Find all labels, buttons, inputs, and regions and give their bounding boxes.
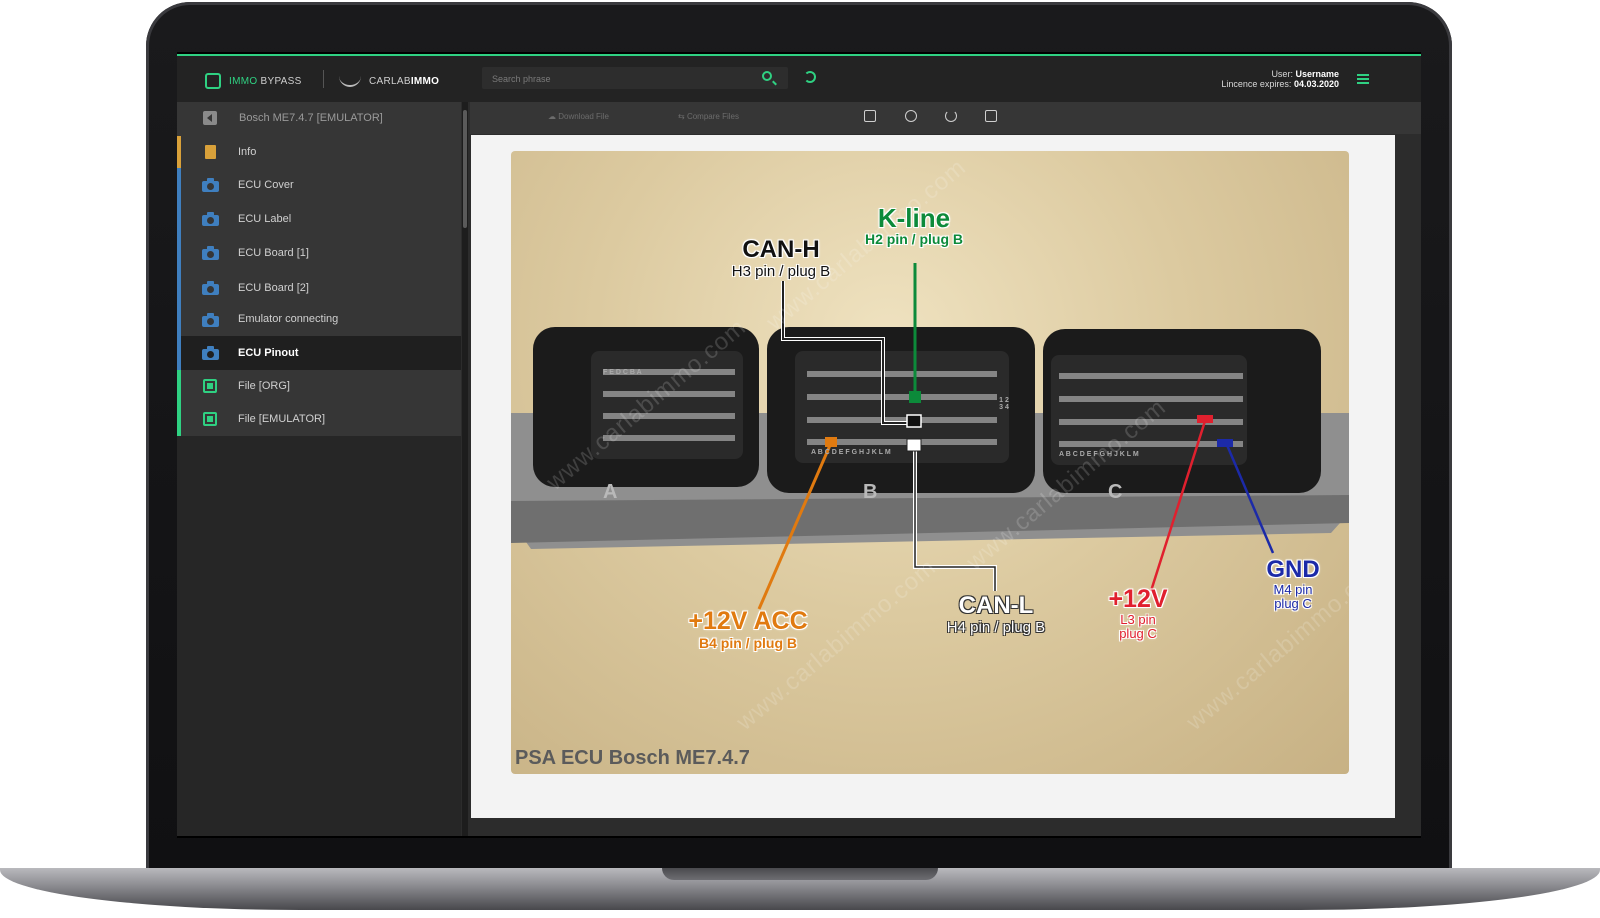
- compare-files-button[interactable]: ⇆ Compare Files: [678, 112, 739, 121]
- logo-separator: [323, 70, 324, 88]
- licence-label: Lincence expires:: [1221, 79, 1292, 89]
- image-caption: PSA ECU Bosch ME7.4.7: [515, 747, 750, 769]
- username: Username: [1295, 69, 1339, 79]
- brand-primary: IMMO: [229, 75, 258, 87]
- sidebar-item-label: ECU Cover: [238, 179, 294, 191]
- sidebar-item-label: ECU Board [1]: [238, 247, 309, 259]
- partner-prefix: CARLAB: [369, 75, 411, 87]
- sidebar-item-ecu-pinout[interactable]: ECU Pinout: [177, 336, 461, 370]
- acc-callout: +12V ACC B4 pin / plug B: [688, 607, 808, 651]
- sidebar-scrollbar[interactable]: [462, 102, 468, 836]
- back-arrow-icon[interactable]: [203, 111, 217, 125]
- plug-b-pin-letters: A B C D E F G H J K L M: [811, 449, 891, 456]
- partner-suffix: IMMO: [410, 75, 440, 87]
- camera-icon: [202, 281, 219, 295]
- download-file-button[interactable]: ☁ Download File: [548, 112, 609, 121]
- sidebar-header: Bosch ME7.4.7 [EMULATOR]: [177, 102, 461, 136]
- sidebar-item-label: ECU Label: [238, 213, 292, 225]
- sidebar-item-file-org[interactable]: File [ORG]: [177, 370, 461, 402]
- sidebar-item-label: Info: [238, 146, 257, 158]
- immo-bypass-logo[interactable]: IMMO BYPASS: [205, 72, 302, 90]
- camera-icon: [202, 313, 219, 327]
- sidebar-item-ecu-cover[interactable]: ECU Cover: [177, 168, 461, 202]
- rotate-icon[interactable]: [945, 110, 957, 122]
- user-info: User: Username Lincence expires: 04.03.2…: [1221, 69, 1339, 89]
- camera-icon: [202, 178, 219, 192]
- laptop-notch: [662, 868, 938, 880]
- viewer-toolbar: ☁ Download File ⇆ Compare Files: [470, 102, 1421, 134]
- plug-b-pin-numbers: 1 2 3 4: [999, 397, 1009, 411]
- carlab-wing-icon: [339, 75, 361, 87]
- gnd-callout: GND M4 pin plug C: [1266, 556, 1320, 611]
- scrollbar-thumb[interactable]: [463, 110, 467, 228]
- plug-a-pin-letters: F E D C B A: [603, 369, 642, 376]
- sidebar-item-emulator-connecting[interactable]: Emulator connecting: [177, 304, 461, 336]
- v12-callout: +12V L3 pin plug C: [1108, 585, 1168, 641]
- sidebar-item-label: File [EMULATOR]: [238, 413, 325, 425]
- sidebar-item-info[interactable]: Info: [177, 136, 461, 168]
- sidebar: Bosch ME7.4.7 [EMULATOR] Info ECU Cover …: [177, 102, 461, 836]
- search-icon[interactable]: [762, 71, 772, 81]
- next-image-icon[interactable]: [985, 110, 997, 122]
- image-viewer: www.carlabimmo.com www.carlabimmo.com ww…: [471, 135, 1395, 818]
- zoom-in-icon[interactable]: [905, 110, 917, 122]
- kline-callout: K-line H2 pin / plug B: [865, 203, 963, 247]
- chip-icon: [203, 379, 217, 393]
- sidebar-item-label: ECU Pinout: [238, 347, 299, 359]
- hamburger-menu-icon[interactable]: [1357, 74, 1369, 84]
- sidebar-item-label: ECU Board [2]: [238, 282, 309, 294]
- user-label: User:: [1271, 69, 1293, 79]
- camera-icon: [202, 246, 219, 260]
- immo-logo-icon: [205, 73, 221, 89]
- app-screen: IMMO BYPASS CARLABIMMO User: Username Li…: [177, 54, 1421, 836]
- chip-icon: [203, 412, 217, 426]
- sidebar-item-ecu-label[interactable]: ECU Label: [177, 202, 461, 236]
- plug-c-pin-letters: A B C D E F G H J K L M: [1059, 451, 1139, 458]
- search-input[interactable]: [490, 70, 744, 88]
- carlabimmo-logo[interactable]: CARLABIMMO: [339, 72, 439, 90]
- plug-b-label: B: [863, 481, 878, 503]
- plug-c-label: C: [1108, 481, 1123, 503]
- app-header: IMMO BYPASS CARLABIMMO User: Username Li…: [177, 56, 1421, 102]
- sidebar-title: Bosch ME7.4.7 [EMULATOR]: [239, 112, 383, 124]
- previous-image-icon[interactable]: [864, 110, 876, 122]
- search-box: [482, 67, 788, 89]
- sidebar-item-ecu-board-1[interactable]: ECU Board [1]: [177, 236, 461, 270]
- plug-a-label: A: [603, 481, 618, 503]
- camera-icon: [202, 346, 219, 360]
- history-icon[interactable]: [804, 71, 816, 83]
- canl-callout: CAN-L H4 pin / plug B: [946, 592, 1046, 637]
- sidebar-item-file-emulator[interactable]: File [EMULATOR]: [177, 402, 461, 436]
- canh-callout: CAN-H H3 pin / plug B: [731, 236, 831, 281]
- camera-icon: [202, 212, 219, 226]
- brand-secondary: BYPASS: [260, 75, 302, 87]
- ecu-pinout-image[interactable]: www.carlabimmo.com www.carlabimmo.com ww…: [511, 151, 1349, 774]
- sidebar-item-label: Emulator connecting: [238, 313, 339, 325]
- sidebar-item-ecu-board-2[interactable]: ECU Board [2]: [177, 270, 461, 304]
- sidebar-item-label: File [ORG]: [238, 380, 290, 392]
- licence-date: 04.03.2020: [1293, 79, 1339, 89]
- document-icon: [205, 145, 216, 159]
